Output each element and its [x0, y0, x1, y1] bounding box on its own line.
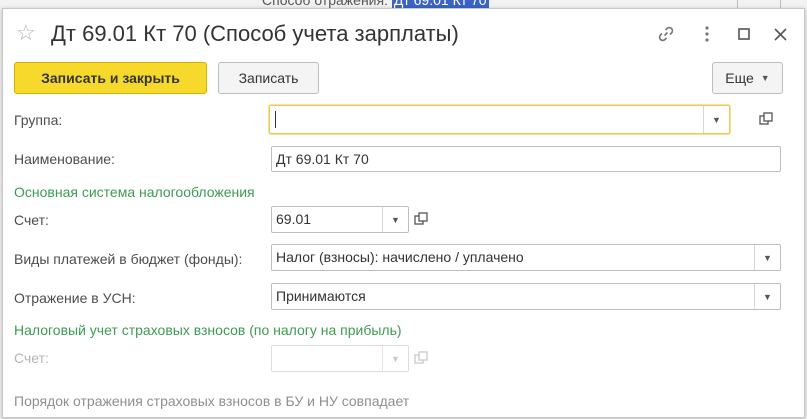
background-field-value: Дт 69.01 Кт 70 — [391, 0, 489, 8]
payment-types-select[interactable]: Налог (взносы): начислено / уплачено ▼ — [271, 244, 781, 271]
dialog-window: ☆ Дт 69.01 Кт 70 (Способ учета зарплаты)… — [2, 8, 805, 418]
payment-types-value: Налог (взносы): начислено / уплачено — [276, 249, 524, 265]
more-vertical-icon[interactable] — [696, 23, 718, 45]
background-field-label: Способ отражения: Дт 69.01 Кт 70 — [262, 0, 489, 8]
star-icon[interactable]: ☆ — [16, 22, 36, 44]
group-label: Группа: — [14, 112, 63, 128]
usn-value: Принимаются — [276, 288, 366, 304]
account-open-icon[interactable] — [410, 208, 432, 230]
name-value: Дт 69.01 Кт 70 — [276, 151, 369, 167]
insurance-account-input: ▼ — [271, 345, 409, 372]
account-label: Счет: — [14, 212, 49, 228]
usn-dropdown-button[interactable]: ▼ — [754, 284, 780, 309]
save-button[interactable]: Записать — [218, 62, 319, 94]
section-insurance-tax: Налоговый учет страховых взносов (по нал… — [14, 322, 402, 338]
more-button[interactable]: Еще ▼ — [712, 62, 783, 94]
close-icon[interactable] — [769, 23, 791, 45]
section-main-taxation: Основная система налогообложения — [14, 184, 255, 200]
more-button-label: Еще — [725, 70, 754, 86]
insurance-account-open-icon — [410, 347, 432, 369]
name-label: Наименование: — [14, 151, 115, 167]
maximize-icon[interactable] — [733, 23, 755, 45]
text-cursor — [275, 111, 276, 128]
group-dropdown-button[interactable]: ▼ — [703, 106, 729, 133]
window-title: Дт 69.01 Кт 70 (Способ учета зарплаты) — [51, 21, 459, 46]
chevron-down-icon: ▼ — [760, 73, 770, 83]
insurance-account-dropdown-button: ▼ — [382, 346, 408, 371]
payment-types-dropdown-button[interactable]: ▼ — [754, 245, 780, 270]
link-icon[interactable] — [655, 23, 677, 45]
group-open-icon[interactable] — [755, 108, 777, 130]
group-input[interactable]: ▼ — [269, 105, 730, 134]
account-input[interactable]: 69.01 ▼ — [271, 206, 409, 233]
account-value: 69.01 — [276, 211, 312, 227]
account-dropdown-button[interactable]: ▼ — [382, 207, 408, 232]
payment-types-label: Виды платежей в бюджет (фонды): — [14, 251, 243, 267]
insurance-account-label: Счет: — [14, 350, 49, 366]
name-input[interactable]: Дт 69.01 Кт 70 — [271, 146, 781, 172]
usn-select[interactable]: Принимаются ▼ — [271, 283, 781, 310]
save-and-close-button[interactable]: Записать и закрыть — [14, 62, 207, 94]
insurance-note: Порядок отражения страховых взносов в БУ… — [14, 393, 410, 409]
usn-label: Отражение в УСН: — [14, 290, 136, 306]
